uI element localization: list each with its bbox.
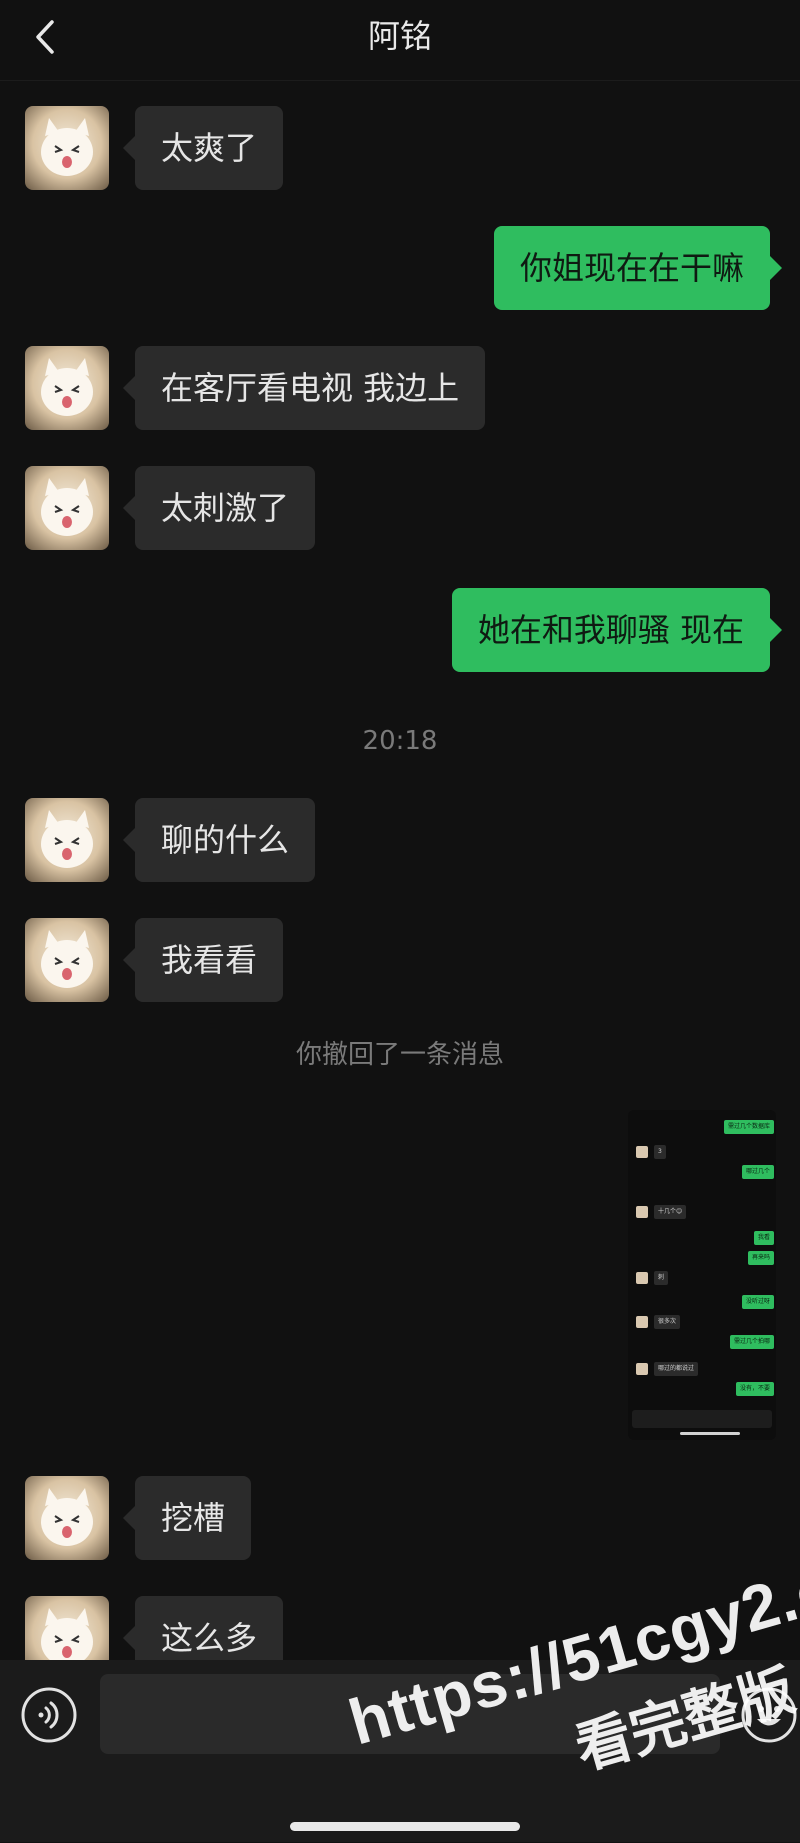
- home-indicator[interactable]: [290, 1822, 520, 1831]
- message-bubble-outgoing[interactable]: 她在和我聊骚 现在: [451, 588, 783, 672]
- cat-avatar-icon: [41, 358, 93, 416]
- message-input[interactable]: [100, 1674, 720, 1754]
- mini-avatar: [636, 1272, 648, 1284]
- voice-icon[interactable]: [20, 1686, 78, 1744]
- mini-home-indicator: [680, 1432, 740, 1435]
- cat-avatar-icon: [41, 478, 93, 536]
- chat-title: 阿铭: [367, 17, 432, 55]
- contact-avatar[interactable]: [25, 466, 109, 550]
- contact-avatar[interactable]: [25, 346, 109, 430]
- mini-bubble: 哪过几个: [741, 1165, 774, 1179]
- image-message[interactable]: 需过几个数据库 3 哪过几个 十几个😊 我看 再来吗 刺 没听过呀 很多次 需过…: [628, 1110, 776, 1440]
- mini-bubble: 需过几个拍哪: [729, 1335, 774, 1349]
- message-bubble-incoming[interactable]: 我看看: [122, 918, 284, 1002]
- contact-avatar[interactable]: [25, 798, 109, 882]
- cat-avatar-icon: [41, 118, 93, 176]
- cat-avatar-icon: [41, 1488, 93, 1546]
- contact-avatar[interactable]: [25, 1476, 109, 1560]
- recall-notice: 你撤回了一条消息: [295, 1040, 504, 1070]
- emoji-icon[interactable]: [740, 1686, 798, 1744]
- mini-avatar: [636, 1146, 648, 1158]
- mini-avatar: [636, 1206, 648, 1218]
- mini-bubble: 很多次: [654, 1315, 681, 1329]
- mini-avatar: [636, 1316, 648, 1328]
- message-bubble-incoming[interactable]: 太爽了: [122, 106, 284, 190]
- mini-bubble: 需过几个数据库: [723, 1120, 774, 1134]
- mini-bubble: 没听过呀: [741, 1295, 774, 1309]
- mini-input-bar: [632, 1410, 772, 1428]
- mini-bubble: 哪过的都说过: [654, 1362, 699, 1376]
- message-bubble-outgoing[interactable]: 你姐现在在干嘛: [493, 226, 783, 310]
- contact-avatar[interactable]: [25, 918, 109, 1002]
- timestamp: 20:18: [362, 726, 438, 756]
- mini-bubble: 我看: [753, 1231, 774, 1245]
- message-bubble-incoming[interactable]: 太刺激了: [122, 466, 316, 550]
- cat-avatar-icon: [41, 810, 93, 868]
- contact-avatar[interactable]: [25, 106, 109, 190]
- mini-bubble: 十几个😊: [654, 1205, 687, 1219]
- mini-bubble: 3: [654, 1145, 666, 1159]
- message-bubble-incoming[interactable]: 在客厅看电视 我边上: [122, 346, 486, 430]
- mini-bubble: 没有，不要: [735, 1382, 774, 1396]
- cat-avatar-icon: [41, 930, 93, 988]
- mini-bubble: 再来吗: [747, 1251, 774, 1265]
- message-bubble-incoming[interactable]: 聊的什么: [122, 798, 316, 882]
- mini-bubble: 刺: [654, 1271, 669, 1285]
- message-bubble-incoming[interactable]: 挖槽: [122, 1476, 252, 1560]
- mini-avatar: [636, 1363, 648, 1375]
